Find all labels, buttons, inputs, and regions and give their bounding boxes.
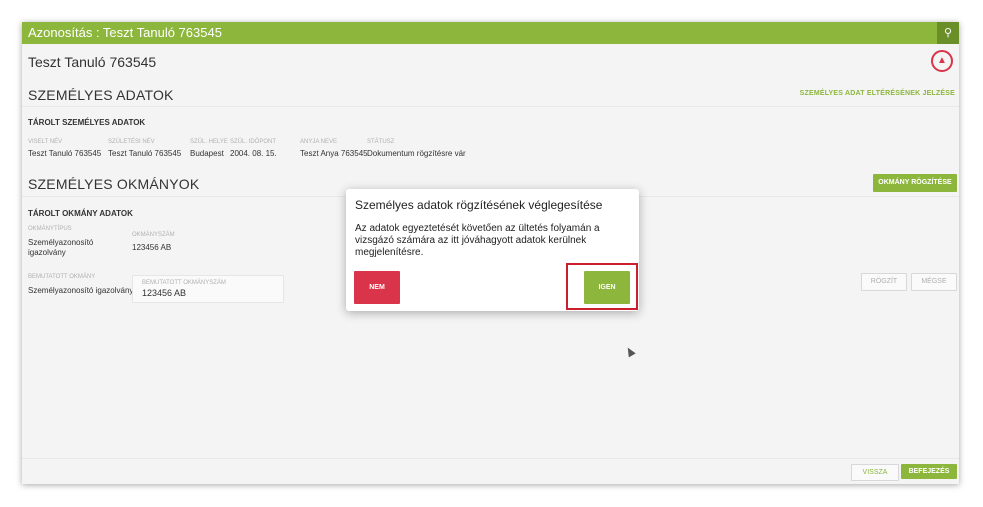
highlight-box <box>566 263 638 310</box>
dialog-message: Az adatok egyeztetését követően az ültet… <box>355 223 600 258</box>
no-button[interactable]: NEM <box>354 271 400 304</box>
dialog-title: Személyes adatok rögzítésének véglegesít… <box>355 198 603 212</box>
